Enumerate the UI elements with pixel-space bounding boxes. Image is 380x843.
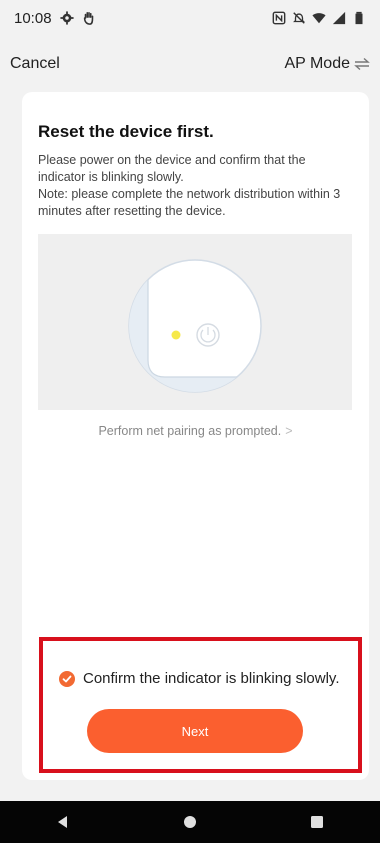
status-right (272, 11, 366, 25)
confirm-checkbox[interactable]: Confirm the indicator is blinking slowly… (59, 670, 340, 687)
wifi-icon (312, 13, 326, 24)
status-bar: 10:08 (0, 0, 380, 36)
swap-icon (354, 57, 370, 71)
mute-icon (293, 12, 305, 24)
ap-mode-label: AP Mode (284, 55, 350, 72)
next-button[interactable]: Next (87, 709, 303, 753)
status-left: 10:08 (14, 10, 96, 27)
hand-icon (83, 11, 93, 25)
home-button[interactable] (170, 802, 210, 842)
page-title: Reset the device first. (38, 122, 214, 141)
back-button[interactable] (43, 802, 83, 842)
cancel-button[interactable]: Cancel (10, 55, 60, 73)
device-illustration (38, 234, 352, 410)
ap-mode-button[interactable]: AP Mode (284, 55, 370, 73)
back-triangle-icon (58, 816, 68, 828)
chevron-right-icon: > (285, 424, 293, 438)
nfc-icon (272, 11, 286, 25)
home-circle-icon (183, 816, 196, 828)
indicator-light (171, 330, 181, 340)
net-pairing-label: Perform net pairing as prompted. (98, 424, 282, 438)
nav-bar: Cancel AP Mode (0, 44, 380, 84)
battery-icon (355, 11, 363, 25)
confirm-label: Confirm the indicator is blinking slowly… (83, 670, 340, 687)
instruction-line: minutes after resetting the device. (38, 204, 226, 218)
recents-button[interactable] (297, 802, 337, 842)
instructions: Please power on the device and confirm t… (38, 152, 356, 220)
signal-icon (332, 11, 346, 25)
net-pairing-link[interactable]: Perform net pairing as prompted. > (22, 424, 369, 438)
system-nav-bar (0, 801, 380, 843)
instruction-line: Note: please complete the network distri… (38, 187, 341, 201)
recents-square-icon (310, 816, 323, 828)
instruction-line: Please power on the device and confirm t… (38, 153, 306, 167)
status-time: 10:08 (14, 9, 52, 27)
check-icon (59, 670, 75, 687)
settings-icon (59, 11, 74, 25)
instruction-line: indicator is blinking slowly. (38, 170, 184, 184)
